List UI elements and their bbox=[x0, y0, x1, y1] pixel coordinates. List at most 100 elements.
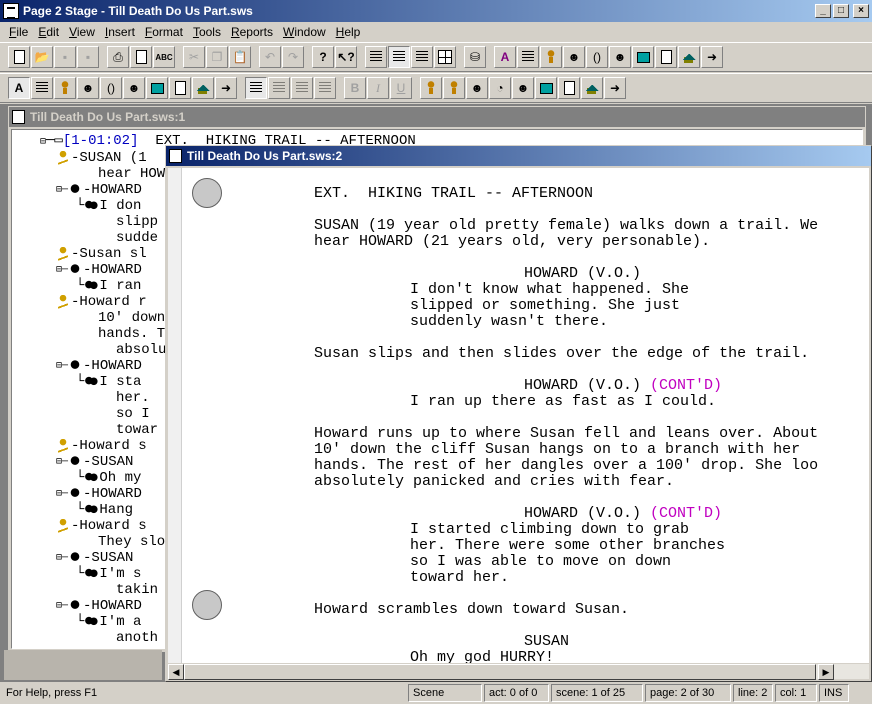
print-icon[interactable]: ⎙ bbox=[107, 46, 129, 68]
action-icon[interactable] bbox=[540, 46, 562, 68]
nav9-icon[interactable]: ➜ bbox=[604, 77, 626, 99]
redo-icon[interactable]: ↷ bbox=[282, 46, 304, 68]
outline-node[interactable]: ⊟─ -HOWARD bbox=[56, 598, 150, 614]
menu-edit[interactable]: Edit bbox=[33, 25, 64, 39]
save-all-icon[interactable]: ▪ bbox=[77, 46, 99, 68]
nav3-icon[interactable]: ☻ bbox=[466, 77, 488, 99]
nav2-icon[interactable] bbox=[443, 77, 465, 99]
outline-node[interactable]: towar bbox=[116, 422, 158, 438]
scroll-right-icon[interactable]: ▶ bbox=[818, 664, 834, 680]
outline-node[interactable]: -Howard s bbox=[56, 438, 147, 454]
nav1-icon[interactable] bbox=[420, 77, 442, 99]
outline-window-titlebar[interactable]: Till Death Do Us Part.sws:1 bbox=[9, 107, 865, 127]
outline-node[interactable]: -Howard s bbox=[56, 518, 147, 534]
collapse-icon[interactable]: ⊟─ bbox=[56, 488, 68, 500]
outline-node[interactable]: sudde bbox=[116, 230, 158, 246]
italic-icon[interactable]: I bbox=[367, 77, 389, 99]
outline-node[interactable]: so I bbox=[116, 406, 158, 422]
outline-node[interactable]: ⊟─ -HOWARD bbox=[56, 262, 150, 278]
outline-node[interactable]: They slo bbox=[98, 534, 165, 550]
paste-icon[interactable]: 📋 bbox=[229, 46, 251, 68]
nav4-icon[interactable]: ◔ bbox=[489, 77, 511, 99]
nav6-icon[interactable] bbox=[535, 77, 557, 99]
new-icon[interactable] bbox=[8, 46, 30, 68]
app-titlebar[interactable]: Page 2 Stage - Till Death Do Us Part.sws… bbox=[0, 0, 872, 22]
style-box-icon[interactable] bbox=[146, 77, 168, 99]
nav8-icon[interactable] bbox=[581, 77, 603, 99]
print-preview-icon[interactable] bbox=[130, 46, 152, 68]
format-line-icon[interactable] bbox=[517, 46, 539, 68]
style-line-icon[interactable] bbox=[31, 77, 53, 99]
menu-reports[interactable]: Reports bbox=[226, 25, 278, 39]
page-icon[interactable] bbox=[655, 46, 677, 68]
view4-icon[interactable] bbox=[314, 77, 336, 99]
help-icon[interactable]: ? bbox=[312, 46, 334, 68]
script-window-titlebar[interactable]: Till Death Do Us Part.sws:2 bbox=[166, 146, 871, 166]
note-icon[interactable] bbox=[632, 46, 654, 68]
context-help-icon[interactable]: ↖? bbox=[335, 46, 357, 68]
cut-icon[interactable]: ✂ bbox=[183, 46, 205, 68]
nav7-icon[interactable] bbox=[558, 77, 580, 99]
copy-icon[interactable]: ❐ bbox=[206, 46, 228, 68]
menu-view[interactable]: View bbox=[64, 25, 100, 39]
style-house-icon[interactable] bbox=[192, 77, 214, 99]
collapse-icon[interactable]: ⊟─ bbox=[56, 552, 68, 564]
outline-node[interactable]: └ I'm a bbox=[76, 614, 141, 630]
nav5-icon[interactable]: ☻ bbox=[512, 77, 534, 99]
undo-icon[interactable]: ↶ bbox=[259, 46, 281, 68]
outline-node[interactable]: └ I ran bbox=[76, 278, 141, 294]
app-icon[interactable] bbox=[3, 3, 19, 19]
outline-node[interactable]: hands. T bbox=[98, 326, 165, 342]
outline-node[interactable]: takin bbox=[116, 582, 158, 598]
outline-node[interactable]: └ I don bbox=[76, 198, 141, 214]
align-center-icon[interactable] bbox=[388, 46, 410, 68]
spellcheck-icon[interactable]: ABC bbox=[153, 46, 175, 68]
style-dialogue-icon[interactable]: ☻ bbox=[123, 77, 145, 99]
style-paren-icon[interactable]: () bbox=[100, 77, 122, 99]
outline-node[interactable]: └ Hang bbox=[76, 502, 133, 518]
view3-icon[interactable] bbox=[291, 77, 313, 99]
collapse-icon[interactable]: ⊟─ bbox=[56, 456, 68, 468]
outline-node[interactable]: └ Oh my bbox=[76, 470, 141, 486]
format-a-icon[interactable]: A bbox=[494, 46, 516, 68]
collapse-icon[interactable]: ⊟─ bbox=[56, 184, 68, 196]
underline-icon[interactable]: U bbox=[390, 77, 412, 99]
outline-node[interactable]: her. bbox=[116, 390, 158, 406]
script-window[interactable]: Till Death Do Us Part.sws:2 EXT. HIKING … bbox=[165, 145, 872, 682]
menu-help[interactable]: Help bbox=[331, 25, 366, 39]
view2-icon[interactable] bbox=[268, 77, 290, 99]
menu-tools[interactable]: Tools bbox=[188, 25, 226, 39]
menu-file[interactable]: File bbox=[4, 25, 33, 39]
outline-node[interactable]: 10' down bbox=[98, 310, 165, 326]
style-forward-icon[interactable]: ➜ bbox=[215, 77, 237, 99]
style-action-icon[interactable] bbox=[54, 77, 76, 99]
open-icon[interactable]: 📂 bbox=[31, 46, 53, 68]
view1-icon[interactable] bbox=[245, 77, 267, 99]
find-icon[interactable]: ⛁ bbox=[464, 46, 486, 68]
outline-node[interactable]: └ I'm s bbox=[76, 566, 141, 582]
close-button[interactable]: × bbox=[853, 4, 869, 18]
outline-node[interactable]: hear HOW bbox=[98, 166, 165, 182]
outline-node[interactable]: -Howard r bbox=[56, 294, 147, 310]
outline-node[interactable]: ⊟─ -HOWARD bbox=[56, 182, 150, 198]
align-left-icon[interactable] bbox=[365, 46, 387, 68]
outline-node[interactable]: -Susan sl bbox=[56, 246, 147, 262]
transition-icon[interactable]: () bbox=[586, 46, 608, 68]
scene-icon[interactable] bbox=[678, 46, 700, 68]
menu-insert[interactable]: Insert bbox=[100, 25, 140, 39]
grid-view-icon[interactable] bbox=[434, 46, 456, 68]
outline-node[interactable]: -SUSAN (1 bbox=[56, 150, 147, 166]
outline-node[interactable]: └ I sta bbox=[76, 374, 141, 390]
outline-node[interactable]: slipp bbox=[116, 214, 158, 230]
menu-window[interactable]: Window bbox=[278, 25, 331, 39]
outline-node[interactable]: anoth bbox=[116, 630, 158, 646]
outline-node[interactable]: ⊟─ -SUSAN bbox=[56, 454, 133, 470]
bold-icon[interactable]: B bbox=[344, 77, 366, 99]
horizontal-scrollbar[interactable]: ◀ ▶ bbox=[168, 663, 869, 680]
forward-icon[interactable]: ➜ bbox=[701, 46, 723, 68]
style-character-icon[interactable]: ☻ bbox=[77, 77, 99, 99]
outline-node[interactable]: ⊟─ -HOWARD bbox=[56, 486, 150, 502]
save-icon[interactable]: ▪ bbox=[54, 46, 76, 68]
character-icon[interactable]: ☻ bbox=[563, 46, 585, 68]
collapse-icon[interactable]: ⊟─ bbox=[56, 600, 68, 612]
